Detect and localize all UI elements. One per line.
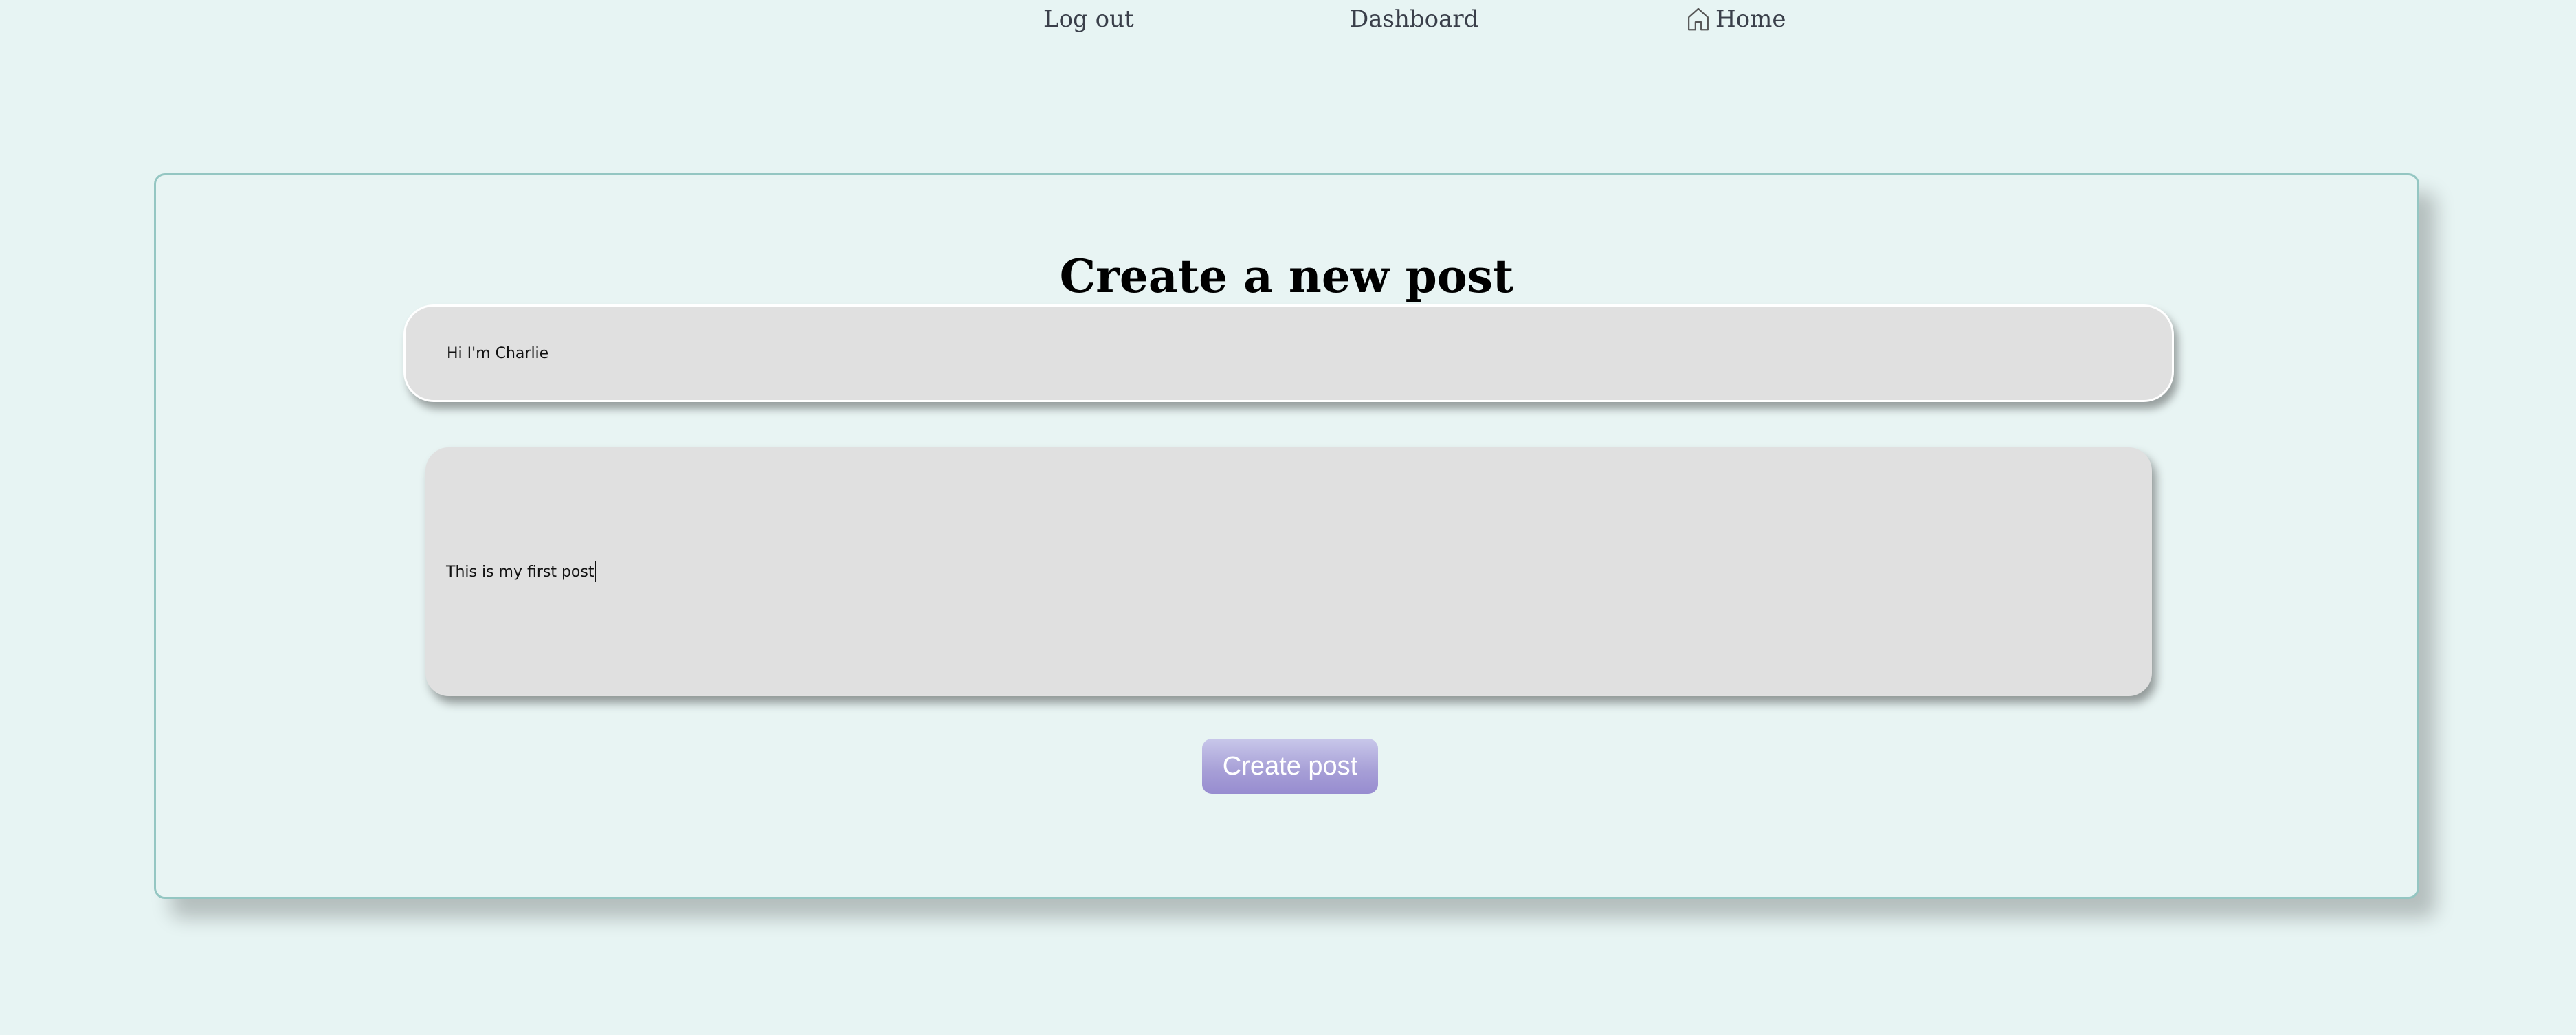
dashboard-link[interactable]: Dashboard <box>1350 5 1478 33</box>
dashboard-label: Dashboard <box>1350 5 1479 33</box>
home-label: Home <box>1716 5 1786 33</box>
home-icon <box>1688 8 1709 31</box>
text-caret <box>595 561 597 582</box>
top-nav: Log out Dashboard Home <box>0 0 2576 41</box>
post-body-text: This is my first post <box>446 563 595 581</box>
home-link[interactable]: Home <box>1687 5 1786 33</box>
post-title-input[interactable] <box>403 304 2174 402</box>
create-post-button[interactable]: Create post <box>1202 739 1378 794</box>
logout-label: Log out <box>1043 5 1134 33</box>
logout-link[interactable]: Log out <box>1043 5 1134 33</box>
create-post-card: Create a new post This is my first post … <box>154 173 2419 899</box>
page-title: Create a new post <box>1059 249 1514 303</box>
post-body-textarea[interactable]: This is my first post <box>425 447 2152 696</box>
